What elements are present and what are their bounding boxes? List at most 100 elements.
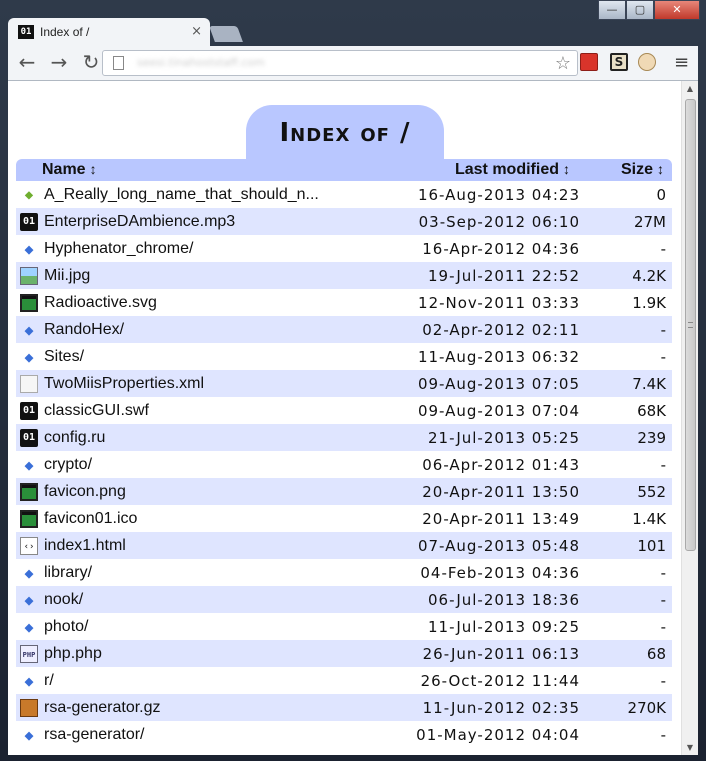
file-name-link[interactable]: TwoMiisProperties.xml bbox=[44, 375, 370, 393]
last-modified-cell: 26-Jun-2011 06:13 bbox=[422, 644, 580, 663]
last-modified-cell: 06-Jul-2013 18:36 bbox=[427, 590, 580, 609]
tab-close-icon[interactable]: × bbox=[191, 24, 202, 39]
page-icon bbox=[113, 56, 124, 70]
table-row[interactable]: 01 config.ru 21-Jul-2013 05:25 239 bbox=[16, 424, 672, 451]
file-name-link[interactable]: rsa-generator/ bbox=[44, 726, 370, 744]
reload-button[interactable]: ↻ bbox=[78, 50, 104, 76]
window-controls: — ▢ ✕ bbox=[598, 0, 700, 20]
bookmark-star-icon[interactable]: ☆ bbox=[555, 53, 571, 74]
file-name-link[interactable]: favicon.png bbox=[44, 483, 370, 501]
size-cell: 1.4K bbox=[632, 509, 666, 528]
file-name-link[interactable]: r/ bbox=[44, 672, 370, 690]
scroll-up-arrow-icon[interactable]: ▲ bbox=[682, 81, 698, 97]
table-row[interactable]: ◆ A_Really_long_name_that_should_n... 16-A… bbox=[16, 181, 672, 208]
scroll-down-arrow-icon[interactable]: ▼ bbox=[682, 740, 698, 755]
table-row[interactable]: Mii.jpg 19-Jul-2011 22:52 4.2K bbox=[16, 262, 672, 289]
table-row[interactable]: TwoMiisProperties.xml 09-Aug-2013 07:05 7.… bbox=[16, 370, 672, 397]
size-cell: 1.9K bbox=[632, 293, 666, 312]
vertical-scrollbar[interactable]: ▲ ▼ bbox=[681, 81, 698, 755]
table-row[interactable]: ◆ photo/11-Jul-2013 09:25 - bbox=[16, 613, 672, 640]
scroll-thumb[interactable] bbox=[685, 99, 696, 551]
sort-icon: ↕ bbox=[89, 161, 97, 177]
file-name-link[interactable]: rsa-generator.gz bbox=[44, 699, 370, 717]
last-modified-cell: 07-Aug-2013 05:48 bbox=[417, 536, 580, 555]
size-cell: 68 bbox=[646, 644, 666, 663]
table-row[interactable]: ◆ rsa-generator/01-May-2012 04:04 - bbox=[16, 721, 672, 748]
size-cell: - bbox=[660, 725, 666, 744]
name-column-header[interactable]: Name ↕ bbox=[16, 161, 376, 179]
file-name-link[interactable]: Sites/ bbox=[44, 348, 370, 366]
last-modified-cell: 06-Apr-2012 01:43 bbox=[422, 455, 580, 474]
close-window-button[interactable]: ✕ bbox=[654, 0, 700, 20]
modified-column-header[interactable]: Last modified ↕ bbox=[376, 161, 576, 179]
folder-icon: ◆ bbox=[24, 617, 34, 636]
new-tab-button[interactable] bbox=[209, 26, 243, 42]
table-row[interactable]: 01 classicGUI.swf 09-Aug-2013 07:04 68K bbox=[16, 397, 672, 424]
file-name-link[interactable]: php.php bbox=[44, 645, 370, 663]
file-name-link[interactable]: EnterpriseDAmbience.mp3 bbox=[44, 213, 370, 231]
table-row[interactable]: 01 EnterpriseDAmbience.mp3 03-Sep-2012 06:… bbox=[16, 208, 672, 235]
folder-icon: ◆ bbox=[24, 239, 34, 258]
file-name-link[interactable]: A_Really_long_name_that_should_n... bbox=[44, 186, 370, 204]
last-modified-cell: 26-Oct-2012 11:44 bbox=[420, 671, 580, 690]
file-name-link[interactable]: library/ bbox=[44, 564, 370, 582]
folder-icon: ◆ bbox=[24, 725, 34, 744]
table-row[interactable]: ‹› index1.html 07-Aug-2013 05:48 101 bbox=[16, 532, 672, 559]
xml-icon bbox=[20, 374, 38, 393]
size-cell: - bbox=[660, 347, 666, 366]
table-row[interactable]: PHP php.php 26-Jun-2011 06:13 68 bbox=[16, 640, 672, 667]
folder-icon: ◆ bbox=[24, 455, 34, 474]
table-row[interactable]: ◆ library/04-Feb-2013 04:36 - bbox=[16, 559, 672, 586]
table-row[interactable]: favicon.png 20-Apr-2011 13:50 552 bbox=[16, 478, 672, 505]
browser-window: 01 Index of / × — ▢ ✕ ← → ↻ seesi.tinaho… bbox=[0, 0, 706, 761]
forward-button[interactable]: → bbox=[46, 50, 72, 76]
table-row[interactable]: ◆ crypto/06-Apr-2012 01:43 - bbox=[16, 451, 672, 478]
file-name-link[interactable]: RandoHex/ bbox=[44, 321, 370, 339]
file-name-link[interactable]: classicGUI.swf bbox=[44, 402, 370, 420]
size-cell: - bbox=[660, 239, 666, 258]
minimize-button[interactable]: — bbox=[598, 0, 626, 20]
image-icon bbox=[20, 266, 38, 285]
size-cell: - bbox=[660, 590, 666, 609]
file-name-link[interactable]: Hyphenator_chrome/ bbox=[44, 240, 370, 258]
file-name-link[interactable]: photo/ bbox=[44, 618, 370, 636]
file-name-link[interactable]: index1.html bbox=[44, 537, 370, 555]
back-button[interactable]: ← bbox=[14, 50, 40, 76]
bookmark-extension-icon[interactable] bbox=[580, 53, 598, 71]
file-name-link[interactable]: favicon01.ico bbox=[44, 510, 370, 528]
table-body: ◆ A_Really_long_name_that_should_n... 16-A… bbox=[16, 181, 672, 748]
s-extension-icon[interactable]: S bbox=[610, 53, 628, 71]
file-name-link[interactable]: Radioactive.svg bbox=[44, 294, 370, 312]
table-row[interactable]: ◆ Sites/11-Aug-2013 06:32 - bbox=[16, 343, 672, 370]
palette-extension-icon[interactable] bbox=[638, 53, 656, 71]
last-modified-cell: 20-Apr-2011 13:50 bbox=[422, 482, 580, 501]
table-row[interactable]: ◆ RandoHex/02-Apr-2012 02:11 - bbox=[16, 316, 672, 343]
size-cell: - bbox=[660, 455, 666, 474]
table-row[interactable]: favicon01.ico 20-Apr-2011 13:49 1.4K bbox=[16, 505, 672, 532]
size-column-label: Size bbox=[620, 161, 653, 178]
file-name-link[interactable]: Mii.jpg bbox=[44, 267, 370, 285]
file-name-link[interactable]: config.ru bbox=[44, 429, 370, 447]
table-row[interactable]: Radioactive.svg 12-Nov-2011 03:33 1.9K bbox=[16, 289, 672, 316]
binary-icon: 01 bbox=[20, 212, 38, 231]
table-row[interactable]: ◆ r/26-Oct-2012 11:44 - bbox=[16, 667, 672, 694]
menu-icon[interactable]: ≡ bbox=[674, 52, 689, 73]
folder-icon: ◆ bbox=[24, 320, 34, 339]
browser-tab[interactable]: 01 Index of / × bbox=[8, 18, 210, 46]
size-cell: 270K bbox=[627, 698, 666, 717]
size-cell: 68K bbox=[637, 401, 666, 420]
table-row[interactable]: ◆ Hyphenator_chrome/16-Apr-2012 04:36 - bbox=[16, 235, 672, 262]
size-cell: 4.2K bbox=[632, 266, 666, 285]
size-column-header[interactable]: Size ↕ bbox=[576, 161, 672, 179]
table-row[interactable]: rsa-generator.gz 11-Jun-2012 02:35 270K bbox=[16, 694, 672, 721]
name-column-label: Name bbox=[42, 161, 86, 178]
tab-favicon-icon: 01 bbox=[18, 25, 34, 39]
file-name-link[interactable]: crypto/ bbox=[44, 456, 370, 474]
address-bar[interactable]: seesi.tinahoststaff.com ☆ bbox=[102, 50, 578, 76]
maximize-button[interactable]: ▢ bbox=[626, 0, 654, 20]
file-listing: Name ↕ Last modified ↕ Size ↕ ◆ A_Really_lon… bbox=[16, 159, 672, 748]
table-row[interactable]: ◆ nook/06-Jul-2013 18:36 - bbox=[16, 586, 672, 613]
archive-icon bbox=[20, 698, 38, 717]
title-bar: 01 Index of / × — ▢ ✕ bbox=[0, 0, 706, 46]
file-name-link[interactable]: nook/ bbox=[44, 591, 370, 609]
